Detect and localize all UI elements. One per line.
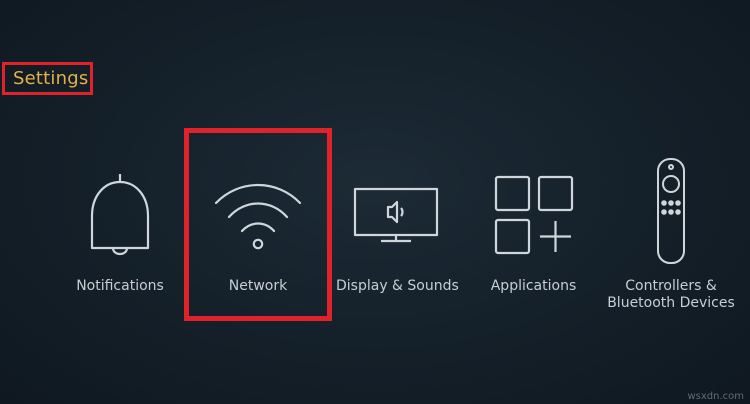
remote-icon bbox=[606, 147, 736, 277]
tile-label: Display & Sounds bbox=[336, 278, 459, 294]
page-title: Settings bbox=[13, 68, 89, 89]
tile-network[interactable]: Network bbox=[188, 135, 328, 325]
bell-icon bbox=[70, 155, 170, 275]
wifi-icon bbox=[188, 155, 328, 275]
tile-label: Notifications bbox=[76, 278, 164, 294]
tile-notifications[interactable]: Notifications bbox=[70, 135, 170, 325]
watermark: wsxdn.com bbox=[687, 391, 744, 402]
apps-grid-icon bbox=[476, 155, 591, 275]
tile-controllers-bluetooth[interactable]: Controllers & Bluetooth Devices bbox=[606, 135, 736, 325]
tile-label: Network bbox=[228, 278, 288, 294]
settings-title-highlight: Settings bbox=[2, 62, 93, 95]
tile-label: Controllers & Bluetooth Devices bbox=[607, 278, 735, 311]
tile-applications[interactable]: Applications bbox=[476, 135, 591, 325]
tile-display-sounds[interactable]: Display & Sounds bbox=[336, 135, 459, 325]
tile-label: Applications bbox=[490, 278, 577, 294]
tv-speaker-icon bbox=[336, 155, 456, 275]
